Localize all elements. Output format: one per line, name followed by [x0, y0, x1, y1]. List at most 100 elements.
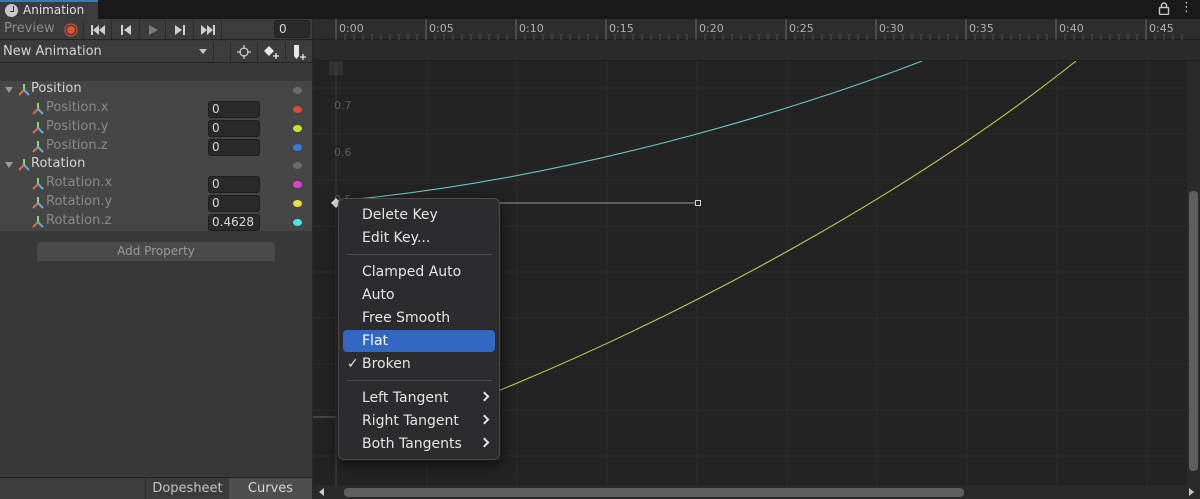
last-keyframe-icon — [200, 24, 215, 35]
property-label: Rotation.x — [46, 175, 113, 190]
menu-item-left-tangent[interactable]: Left Tangent — [343, 387, 495, 409]
playback-toolbar: Preview 0 — [0, 19, 312, 40]
group-color-dot — [293, 87, 302, 94]
transform-axis-icon — [18, 84, 30, 96]
first-keyframe-button[interactable] — [84, 20, 112, 39]
crosshair-icon — [237, 44, 251, 59]
y-axis-label: 0.7 — [334, 99, 352, 112]
animation-tab[interactable]: Animation — [0, 0, 98, 19]
menu-item-edit-key[interactable]: Edit Key... — [343, 227, 495, 249]
transform-axis-icon — [32, 122, 44, 134]
property-row-position-x[interactable]: Position.x 0 — [0, 100, 312, 119]
checkmark-icon: ✓ — [347, 356, 359, 372]
add-keyframe-icon — [263, 45, 279, 59]
chevron-right-icon — [479, 437, 490, 448]
ruler-tick-label: 0:25 — [789, 22, 814, 35]
tab-curves[interactable]: Curves — [229, 478, 312, 499]
add-property-button[interactable]: Add Property — [37, 242, 275, 261]
frame-input[interactable]: 0 — [274, 20, 310, 38]
transform-axis-icon — [32, 216, 44, 228]
property-row-rotation-z[interactable]: Rotation.z 0.4628 — [0, 213, 312, 232]
view-mode-tabs: Dopesheet Curves — [0, 477, 312, 499]
property-group-position[interactable]: Position — [0, 81, 312, 100]
group-color-dot — [293, 162, 302, 169]
y-axis-label: 0.6 — [334, 146, 352, 159]
menu-separator — [347, 380, 492, 381]
time-ruler[interactable]: 0:00 0:05 0:10 0:15 0:20 0:25 0:30 0:35 0:40 0:45 — [313, 19, 1200, 40]
property-group-rotation[interactable]: Rotation — [0, 156, 312, 175]
preview-toggle[interactable]: Preview — [4, 21, 55, 36]
tab-dopesheet[interactable]: Dopesheet — [145, 478, 229, 499]
menu-item-label: Right Tangent — [362, 413, 459, 429]
record-button[interactable] — [58, 20, 84, 39]
property-value-field[interactable]: 0 — [208, 139, 260, 156]
event-track[interactable] — [313, 40, 1200, 61]
menu-item-label: Broken — [362, 356, 411, 372]
chevron-down-icon — [199, 49, 207, 54]
property-row-position-y[interactable]: Position.y 0 — [0, 119, 312, 138]
add-keyframe-button[interactable] — [258, 42, 286, 61]
property-row-position-z[interactable]: Position.z 0 — [0, 138, 312, 157]
tab-title: Animation — [23, 3, 85, 17]
ruler-tick-label: 0:15 — [609, 22, 634, 35]
prev-keyframe-icon — [120, 24, 131, 35]
property-label: Rotation.z — [46, 213, 112, 228]
kebab-menu-icon[interactable]: ⋮ — [1180, 1, 1193, 15]
play-button[interactable] — [140, 20, 166, 39]
menu-item-flat[interactable]: Flat — [343, 330, 495, 352]
menu-item-clamped-auto[interactable]: Clamped Auto — [343, 261, 495, 283]
first-keyframe-icon — [90, 24, 105, 35]
menu-item-auto[interactable]: Auto — [343, 284, 495, 306]
property-row-rotation-x[interactable]: Rotation.x 0 — [0, 175, 312, 194]
next-keyframe-icon — [174, 24, 185, 35]
ruler-tick-label: 0:40 — [1059, 22, 1084, 35]
property-value-field[interactable]: 0 — [208, 195, 260, 212]
transform-axis-icon — [32, 141, 44, 153]
animation-window: Animation ⋮ Preview 0 New Animation Posi… — [0, 0, 1200, 499]
clip-name: New Animation — [3, 44, 102, 59]
prev-keyframe-button[interactable] — [112, 20, 140, 39]
menu-item-delete-key[interactable]: Delete Key — [343, 204, 495, 226]
menu-item-label: Left Tangent — [362, 390, 449, 406]
menu-item-label: Both Tangents — [362, 436, 462, 452]
property-row-rotation-y[interactable]: Rotation.y 0 — [0, 194, 312, 213]
ruler-tick-label: 0:05 — [429, 22, 454, 35]
scroll-left-icon[interactable] — [319, 488, 324, 496]
curve-color-dot — [293, 106, 302, 113]
property-value-field[interactable]: 0.4628 — [208, 214, 260, 231]
last-keyframe-button[interactable] — [194, 20, 222, 39]
property-label: Position.x — [46, 100, 109, 115]
property-value-field[interactable]: 0 — [208, 101, 260, 118]
curve-color-dot — [293, 181, 302, 188]
foldout-triangle-icon[interactable] — [5, 87, 13, 93]
menu-item-right-tangent[interactable]: Right Tangent — [343, 410, 495, 432]
curve-color-dot — [293, 200, 302, 207]
chevron-right-icon — [479, 391, 490, 402]
foldout-triangle-icon[interactable] — [5, 162, 13, 168]
lock-icon[interactable] — [1158, 2, 1170, 15]
next-keyframe-button[interactable] — [166, 20, 194, 39]
menu-item-free-smooth[interactable]: Free Smooth — [343, 307, 495, 329]
add-event-icon — [294, 44, 306, 60]
property-value-field[interactable]: 0 — [208, 176, 260, 193]
property-label: Position.z — [46, 138, 108, 153]
property-value-field[interactable]: 0 — [208, 120, 260, 137]
ruler-tick-label: 0:30 — [879, 22, 904, 35]
ruler-tick-label: 0:35 — [969, 22, 994, 35]
horizontal-scrollbar-thumb[interactable] — [344, 488, 964, 497]
transform-axis-icon — [18, 159, 30, 171]
curve-color-dot — [293, 144, 302, 151]
add-event-button[interactable] — [286, 42, 312, 61]
filter-keys-button[interactable] — [230, 42, 258, 61]
clip-dropdown[interactable]: New Animation — [0, 42, 214, 62]
time-ruler-ticks: 0:00 0:05 0:10 0:15 0:20 0:25 0:30 0:35 0:40 0:45 — [335, 19, 1183, 40]
menu-item-broken[interactable]: ✓ Broken — [343, 353, 495, 375]
tangent-handle[interactable] — [695, 200, 701, 206]
menu-item-both-tangents[interactable]: Both Tangents — [343, 433, 495, 455]
vertical-scrollbar-thumb[interactable] — [1189, 191, 1198, 471]
scroll-right-icon[interactable] — [1189, 488, 1194, 496]
clip-toolbar: New Animation — [0, 41, 312, 63]
ruler-tick-label: 0:45 — [1149, 22, 1174, 35]
property-group-label: Position — [31, 81, 82, 96]
transform-axis-icon — [32, 178, 44, 190]
